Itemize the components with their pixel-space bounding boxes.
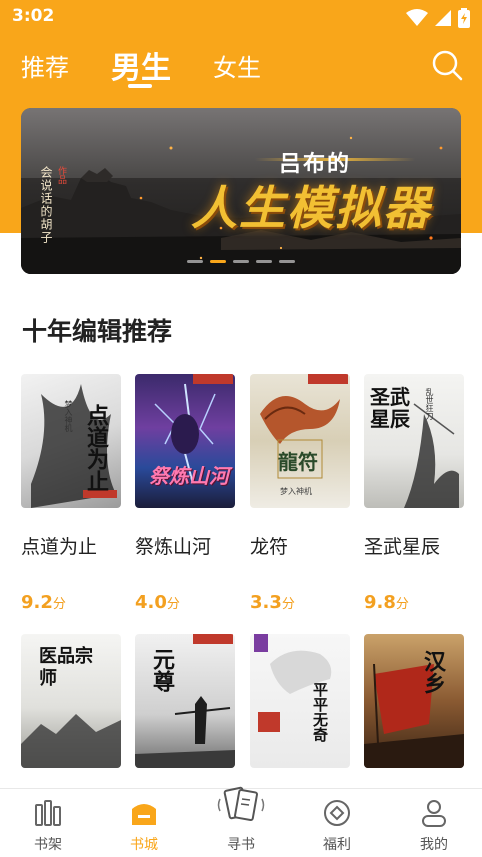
signal-icon — [435, 10, 451, 26]
book-cover[interactable]: 龍符 梦入神机 — [250, 374, 350, 508]
book-score: 4.0分 — [135, 592, 180, 613]
book-cover[interactable]: 医品宗师 — [21, 634, 121, 768]
nav-profile[interactable]: 我的 — [394, 789, 474, 857]
banner-title-big: 人生模拟器 — [191, 181, 431, 235]
score-value: 9.8 — [364, 592, 396, 613]
cover-author: 梦入神机 — [64, 400, 73, 432]
nav-bookstore[interactable]: 书城 — [104, 789, 184, 857]
banner-author-prefix: 作品 — [56, 166, 66, 184]
banner-author-name: 会说话的胡子 — [39, 166, 53, 244]
status-bar: 3:02 — [0, 0, 482, 34]
bookshelf-icon — [35, 800, 61, 826]
cover-author: 乱世狂刀 — [425, 388, 434, 420]
cover-title: 圣武星辰 — [370, 385, 410, 431]
promo-banner[interactable]: 作品 会说话的胡子 吕布的 人生模拟器 — [21, 108, 461, 274]
score-value: 3.3 — [250, 592, 282, 613]
nav-find-book[interactable]: 寻书 — [201, 786, 281, 857]
score-value: 9.2 — [21, 592, 53, 613]
tab-male[interactable]: 男生 — [111, 43, 171, 87]
section-title: 十年编辑推荐 — [22, 317, 173, 346]
banner-pagination — [21, 260, 461, 266]
find-book-icon — [217, 786, 265, 822]
nav-label: 寻书 — [227, 837, 255, 853]
score-unit: 分 — [395, 597, 409, 612]
score-unit: 分 — [52, 597, 66, 612]
book-cover[interactable]: 祭炼山河 — [135, 374, 235, 508]
nav-label: 我的 — [420, 837, 448, 853]
book-cover[interactable]: 汉乡 — [364, 634, 464, 768]
book-cover[interactable]: 圣武星辰 乱世狂刀 — [364, 374, 464, 508]
cover-title: 龍符 — [278, 450, 318, 474]
wifi-icon — [406, 9, 428, 26]
score-value: 4.0 — [135, 592, 167, 613]
book-score: 9.8分 — [364, 592, 409, 613]
banner-dot[interactable] — [279, 260, 295, 263]
status-time: 3:02 — [12, 6, 55, 26]
cover-title: 祭炼山河 — [149, 464, 229, 488]
cover-title: 平平无奇 — [311, 682, 329, 742]
cover-title: 元尊 — [149, 648, 174, 692]
cover-title: 医品宗师 — [39, 646, 93, 689]
welfare-icon — [324, 800, 350, 826]
nav-label: 书城 — [130, 837, 158, 853]
book-cover[interactable]: 平平无奇 — [250, 634, 350, 768]
banner-dot-active[interactable] — [210, 260, 226, 263]
bookstore-icon — [132, 804, 156, 825]
nav-welfare[interactable]: 福利 — [297, 789, 377, 857]
battery-icon — [458, 8, 470, 28]
tab-recommend[interactable]: 推荐 — [21, 48, 69, 83]
book-cover[interactable]: 点道为止 梦入神机 — [21, 374, 121, 508]
score-unit: 分 — [166, 597, 180, 612]
cover-title: 点道为止 — [83, 404, 108, 492]
book-title: 点道为止 — [21, 536, 98, 558]
banner-dot[interactable] — [233, 260, 249, 263]
book-title: 圣武星辰 — [364, 536, 441, 558]
nav-bookshelf[interactable]: 书架 — [8, 789, 88, 857]
book-score: 9.2分 — [21, 592, 66, 613]
profile-icon — [422, 800, 446, 827]
score-unit: 分 — [281, 597, 295, 612]
cover-title: 汉乡 — [420, 650, 445, 694]
search-button[interactable] — [430, 48, 464, 82]
banner-dot[interactable] — [187, 260, 203, 263]
status-icons — [406, 8, 470, 28]
bottom-navigation: 书架 书城 寻书 福利 我的 — [0, 786, 482, 857]
war-banner-illustration — [364, 663, 464, 768]
top-tabs: 推荐 男生 女生 — [0, 40, 482, 92]
wolf-illustration — [254, 634, 332, 732]
book-cover[interactable]: 元尊 — [135, 634, 235, 768]
cover-author: 梦入神机 — [280, 487, 312, 496]
banner-dot[interactable] — [256, 260, 272, 263]
tab-indicator — [128, 84, 152, 88]
book-score: 3.3分 — [250, 592, 295, 613]
search-icon — [432, 50, 463, 81]
tab-female[interactable]: 女生 — [213, 48, 261, 83]
nav-label: 书架 — [34, 837, 62, 853]
nav-label: 福利 — [323, 837, 351, 853]
book-title: 龙符 — [250, 536, 289, 558]
book-title: 祭炼山河 — [135, 536, 212, 558]
